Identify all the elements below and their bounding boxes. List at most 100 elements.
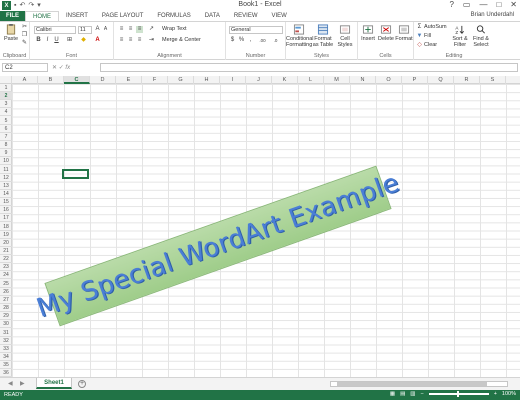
- cell-styles-button[interactable]: Cell Styles: [334, 24, 356, 48]
- row-header-32[interactable]: 32: [0, 337, 12, 345]
- zoom-slider[interactable]: [428, 391, 489, 397]
- tab-data[interactable]: DATA: [198, 11, 227, 21]
- close-button[interactable]: ✕: [510, 0, 517, 9]
- conditional-formatting-button[interactable]: Conditional Formatting: [286, 24, 314, 48]
- row-header-9[interactable]: 9: [0, 149, 12, 158]
- row-header-2[interactable]: 2: [0, 92, 12, 101]
- sort-filter-button[interactable]: AZ Sort & Filter: [450, 24, 470, 49]
- row-header-6[interactable]: 6: [0, 125, 12, 133]
- fill-icon[interactable]: ▼: [416, 33, 423, 40]
- insert-cells-button[interactable]: Insert: [359, 24, 377, 42]
- row-header-28[interactable]: 28: [0, 304, 12, 313]
- delete-cells-button[interactable]: Delete: [377, 24, 395, 42]
- align-middle-icon[interactable]: ≡: [127, 26, 134, 33]
- tab-formulas[interactable]: FORMULAS: [150, 11, 197, 21]
- shrink-font-icon[interactable]: A: [102, 26, 109, 33]
- clear-button[interactable]: Clear: [424, 42, 437, 49]
- row-header-11[interactable]: 11: [0, 166, 12, 174]
- row-header-21[interactable]: 21: [0, 247, 12, 255]
- bold-button[interactable]: B: [35, 37, 42, 44]
- column-header-j[interactable]: J: [246, 76, 272, 84]
- column-header-l[interactable]: L: [298, 76, 324, 84]
- fill-color-icon[interactable]: ◆: [80, 37, 87, 44]
- copy-icon[interactable]: ❐: [21, 32, 28, 39]
- row-header-24[interactable]: 24: [0, 271, 12, 280]
- wrap-text-button[interactable]: Wrap Text: [162, 26, 187, 33]
- column-header-f[interactable]: F: [142, 76, 168, 84]
- row-header-7[interactable]: 7: [0, 133, 12, 141]
- page-break-view-icon[interactable]: ▥: [410, 391, 415, 397]
- font-color-icon[interactable]: A: [94, 37, 101, 44]
- row-header-23[interactable]: 23: [0, 263, 12, 272]
- column-header-q[interactable]: Q: [428, 76, 454, 84]
- row-header-35[interactable]: 35: [0, 361, 12, 370]
- row-header-14[interactable]: 14: [0, 190, 12, 198]
- row-header-1[interactable]: 1: [0, 84, 12, 92]
- font-name-select[interactable]: Calibri: [34, 26, 76, 34]
- tab-home[interactable]: HOME: [25, 11, 59, 21]
- user-name[interactable]: Brian Underdahl: [471, 12, 514, 18]
- row-header-26[interactable]: 26: [0, 288, 12, 296]
- comma-button[interactable]: ,: [247, 37, 254, 44]
- row-header-8[interactable]: 8: [0, 141, 12, 150]
- row-header-10[interactable]: 10: [0, 157, 12, 166]
- align-bottom-icon[interactable]: ≡: [136, 26, 143, 33]
- column-header-i[interactable]: I: [220, 76, 246, 84]
- tab-view[interactable]: VIEW: [265, 11, 294, 21]
- column-header-o[interactable]: O: [376, 76, 402, 84]
- italic-button[interactable]: I: [44, 37, 51, 44]
- percent-button[interactable]: %: [238, 37, 245, 44]
- row-header-27[interactable]: 27: [0, 296, 12, 304]
- orientation-icon[interactable]: ↗: [148, 26, 155, 33]
- underline-button[interactable]: U: [53, 37, 60, 44]
- formula-input[interactable]: [100, 63, 518, 72]
- row-header-34[interactable]: 34: [0, 353, 12, 361]
- autosum-icon[interactable]: Σ: [416, 24, 423, 31]
- row-header-25[interactable]: 25: [0, 280, 12, 288]
- indent-icon[interactable]: ⇥: [148, 37, 155, 44]
- font-size-select[interactable]: 11: [78, 26, 92, 34]
- column-header-b[interactable]: B: [38, 76, 64, 84]
- row-header-5[interactable]: 5: [0, 117, 12, 125]
- page-layout-view-icon[interactable]: ▤: [400, 391, 405, 397]
- align-right-icon[interactable]: ≡: [136, 37, 143, 44]
- cancel-icon[interactable]: ✕: [52, 65, 57, 71]
- row-header-12[interactable]: 12: [0, 174, 12, 182]
- add-sheet-button[interactable]: +: [78, 380, 86, 388]
- align-top-icon[interactable]: ≡: [118, 26, 125, 33]
- column-header-m[interactable]: M: [324, 76, 350, 84]
- paste-button[interactable]: Paste: [3, 24, 19, 42]
- column-header-p[interactable]: P: [402, 76, 428, 84]
- borders-icon[interactable]: ⊞: [66, 37, 73, 44]
- decrease-decimal-button[interactable]: .0: [270, 37, 281, 44]
- maximize-button[interactable]: □: [496, 0, 501, 9]
- row-header-29[interactable]: 29: [0, 312, 12, 321]
- select-all-corner[interactable]: [0, 76, 12, 84]
- ribbon-display-button[interactable]: ▭: [463, 0, 471, 9]
- column-header-g[interactable]: G: [168, 76, 194, 84]
- row-header-15[interactable]: 15: [0, 198, 12, 207]
- row-header-36[interactable]: 36: [0, 369, 12, 377]
- sheet-tab-sheet1[interactable]: Sheet1: [36, 378, 72, 389]
- tab-insert[interactable]: INSERT: [59, 11, 95, 21]
- column-header-r[interactable]: R: [454, 76, 480, 84]
- row-header-19[interactable]: 19: [0, 231, 12, 239]
- row-header-17[interactable]: 17: [0, 214, 12, 223]
- enter-icon[interactable]: ✓: [59, 65, 64, 71]
- fill-button[interactable]: Fill: [424, 33, 431, 40]
- autosum-button[interactable]: AutoSum: [424, 24, 447, 31]
- column-header-n[interactable]: N: [350, 76, 376, 84]
- row-header-20[interactable]: 20: [0, 239, 12, 247]
- horizontal-scrollbar[interactable]: [330, 381, 508, 387]
- minimize-button[interactable]: —: [479, 0, 487, 9]
- row-header-30[interactable]: 30: [0, 320, 12, 329]
- active-cell-c2[interactable]: [62, 169, 89, 179]
- align-center-icon[interactable]: ≡: [127, 37, 134, 44]
- help-button[interactable]: ?: [449, 0, 453, 9]
- tab-review[interactable]: REVIEW: [227, 11, 265, 21]
- format-painter-icon[interactable]: ✎: [21, 40, 28, 47]
- horizontal-scroll-thumb[interactable]: [337, 382, 487, 386]
- find-select-button[interactable]: Find & Select: [471, 24, 491, 48]
- column-header-c[interactable]: C: [64, 76, 90, 84]
- sheet-next-icon[interactable]: ▶: [20, 380, 25, 387]
